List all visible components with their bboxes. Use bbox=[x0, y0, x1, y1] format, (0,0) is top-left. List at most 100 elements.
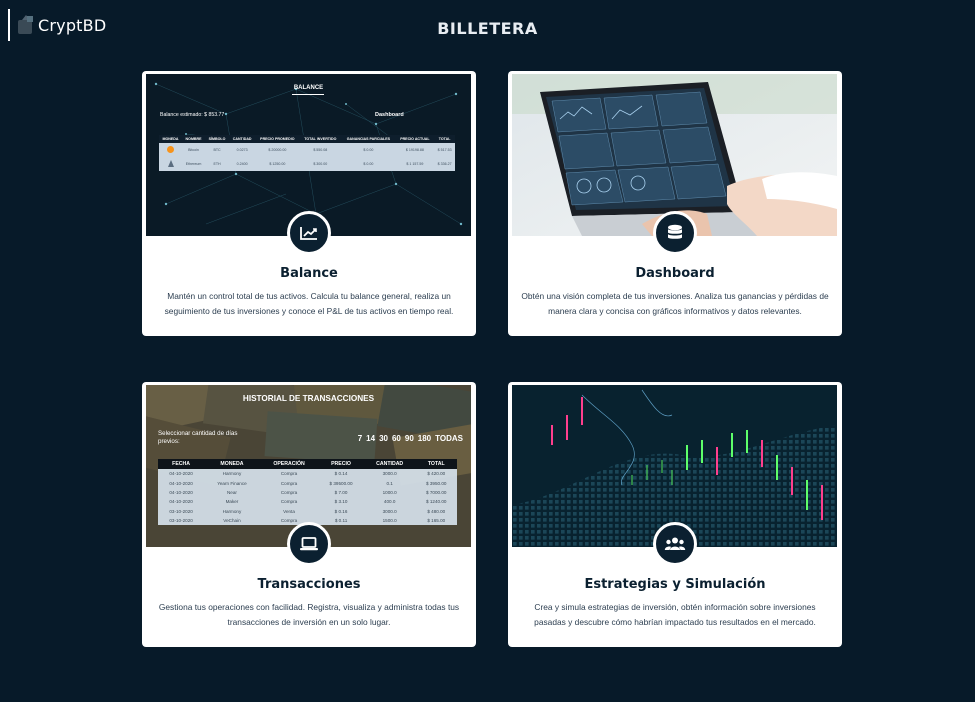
table-cell: 03-10-2020 bbox=[158, 506, 205, 516]
preview-heading: HISTORIAL DE TRANSACCIONES bbox=[242, 394, 375, 403]
table-cell: 04-10-2020 bbox=[158, 478, 205, 488]
table-cell: Ethereum bbox=[182, 157, 206, 171]
table-cell: $ 480.00 bbox=[415, 506, 457, 516]
table-cell: Harmony bbox=[204, 506, 260, 516]
col-header: OPERACIÓN bbox=[259, 459, 319, 469]
table-cell: $ 517.53 bbox=[434, 143, 455, 157]
table-cell: Yearn Finance bbox=[204, 478, 260, 488]
day-option[interactable]: 180 bbox=[418, 434, 431, 443]
card-description: Crea y simula estrategias de inversión, … bbox=[534, 602, 816, 627]
table-cell: Bitcoin bbox=[182, 143, 206, 157]
bitcoin-icon bbox=[159, 143, 183, 157]
balance-badge bbox=[287, 211, 331, 255]
table-cell: $ 0.00 bbox=[341, 143, 396, 157]
col-header: FECHA bbox=[158, 459, 205, 469]
table-cell: $ 39500.00 bbox=[318, 478, 364, 488]
table-row: 04-10-2020 Near Compra $ 7.00 1000.0 $ 7… bbox=[158, 487, 457, 498]
card-description: Gestiona tus operaciones con facilidad. … bbox=[158, 602, 460, 627]
ethereum-icon bbox=[159, 157, 183, 171]
table-cell: $ 1 157.59 bbox=[395, 157, 435, 171]
users-icon bbox=[664, 537, 686, 550]
table-cell: $ 7.00 bbox=[318, 487, 364, 498]
table-row: Bitcoin BTC 0.0273 $ 20000.00 $ 550.08 $… bbox=[159, 143, 455, 157]
card-title: Transacciones bbox=[257, 577, 361, 592]
table-cell: $ 300.00 bbox=[299, 157, 342, 171]
balance-table: MONEDA NOMBRE SÍMBOLO CANTIDAD PRECIO PR… bbox=[159, 135, 455, 171]
table-cell: Venta bbox=[259, 506, 319, 516]
table-cell: 04-10-2020 bbox=[158, 497, 205, 507]
table-cell: VeChain bbox=[204, 515, 260, 526]
table-cell: $ 3.10 bbox=[318, 497, 364, 507]
table-cell: $ 3950.00 bbox=[415, 478, 457, 488]
estrategias-badge bbox=[653, 522, 697, 566]
laptop-icon bbox=[300, 537, 318, 551]
col-header: PRECIO bbox=[318, 459, 364, 469]
heading-underline bbox=[292, 94, 324, 95]
col-header: SÍMBOLO bbox=[205, 135, 230, 143]
day-option[interactable]: 30 bbox=[379, 434, 388, 443]
table-cell: 1500.0 bbox=[363, 515, 416, 526]
table-cell: 0.0273 bbox=[229, 143, 256, 157]
table-cell: 400.0 bbox=[363, 497, 416, 507]
col-header: TOTAL bbox=[434, 135, 455, 143]
table-cell: 0.1 bbox=[363, 478, 416, 488]
table-cell: Compra bbox=[259, 469, 319, 479]
day-option[interactable]: TODAS bbox=[435, 434, 463, 443]
table-cell: ETH bbox=[205, 157, 230, 171]
table-header-row: MONEDA NOMBRE SÍMBOLO CANTIDAD PRECIO PR… bbox=[159, 135, 455, 143]
table-cell: $ 420.00 bbox=[415, 469, 457, 479]
day-option[interactable]: 90 bbox=[405, 434, 414, 443]
table-cell: 3000.0 bbox=[363, 469, 416, 479]
day-option[interactable]: 7 bbox=[358, 434, 362, 443]
card-estrategias[interactable]: Estrategias y Simulación Crea y simula e… bbox=[508, 382, 842, 647]
table-cell: Maker bbox=[204, 497, 260, 507]
table-cell: 03-10-2020 bbox=[158, 515, 205, 526]
table-cell: Compra bbox=[259, 497, 319, 507]
days-options: 7 14 30 60 90 180 TODAS bbox=[358, 434, 463, 443]
table-cell: $ 550.08 bbox=[299, 143, 342, 157]
card-description: Obtén una visión completa de tus inversi… bbox=[521, 291, 829, 316]
table-cell: $ 0.00 bbox=[341, 157, 396, 171]
table-header-row: FECHA MONEDA OPERACIÓN PRECIO CANTIDAD T… bbox=[158, 459, 457, 469]
col-header: MONEDA bbox=[159, 135, 183, 143]
table-cell: 1000.0 bbox=[363, 487, 416, 498]
card-dashboard[interactable]: Dashboard Obtén una visión completa de t… bbox=[508, 71, 842, 336]
col-header: GANANCIAS PARCIALES bbox=[341, 135, 396, 143]
dashboard-link[interactable]: Dashboard bbox=[375, 112, 404, 118]
table-cell: BTC bbox=[205, 143, 230, 157]
page-title: BILLETERA bbox=[437, 19, 538, 38]
card-title: Dashboard bbox=[635, 266, 715, 281]
table-cell: Near bbox=[204, 487, 260, 498]
table-cell: $ 1250.00 bbox=[255, 157, 300, 171]
table-cell: $ 1240.00 bbox=[415, 497, 457, 507]
table-cell: $ 20000.00 bbox=[255, 143, 300, 157]
table-row: Ethereum ETH 0.2400 $ 1250.00 $ 300.00 $… bbox=[159, 157, 455, 171]
card-transacciones[interactable]: HISTORIAL DE TRANSACCIONES Seleccionar c… bbox=[142, 382, 476, 647]
table-cell: $ 0.11 bbox=[318, 515, 364, 526]
table-cell: 04-10-2020 bbox=[158, 487, 205, 498]
card-title: Estrategias y Simulación bbox=[584, 577, 766, 592]
col-header: TOTAL INVERTIDO bbox=[299, 135, 342, 143]
table-cell: $ 165.00 bbox=[415, 515, 457, 526]
day-option[interactable]: 14 bbox=[366, 434, 375, 443]
table-cell: 3000.0 bbox=[363, 506, 416, 516]
chart-line-icon bbox=[300, 227, 317, 240]
days-select-label: Seleccionar cantidad de días previos: bbox=[158, 430, 238, 445]
preview-heading: BALANCE bbox=[293, 85, 324, 91]
col-header: CANTIDAD bbox=[229, 135, 256, 143]
balance-estimate: Balance estimado: $ 853.77 bbox=[160, 112, 225, 118]
table-row: 04-10-2020 Maker Compra $ 3.10 400.0 $ 1… bbox=[158, 497, 457, 507]
card-balance[interactable]: BALANCE Balance estimado: $ 853.77 Dashb… bbox=[142, 71, 476, 336]
col-header: PRECIO ACTUAL bbox=[395, 135, 435, 143]
table-cell: 04-10-2020 bbox=[158, 469, 205, 479]
dashboard-badge bbox=[653, 211, 697, 255]
day-option[interactable]: 60 bbox=[392, 434, 401, 443]
table-cell: 0.2400 bbox=[229, 157, 256, 171]
card-title: Balance bbox=[280, 266, 338, 281]
database-icon bbox=[668, 224, 682, 239]
table-cell: Compra bbox=[259, 487, 319, 498]
col-header: NOMBRE bbox=[182, 135, 206, 143]
col-header: CANTIDAD bbox=[363, 459, 416, 469]
table-cell: $ 19198.88 bbox=[395, 143, 435, 157]
transactions-table: FECHA MONEDA OPERACIÓN PRECIO CANTIDAD T… bbox=[158, 459, 457, 526]
